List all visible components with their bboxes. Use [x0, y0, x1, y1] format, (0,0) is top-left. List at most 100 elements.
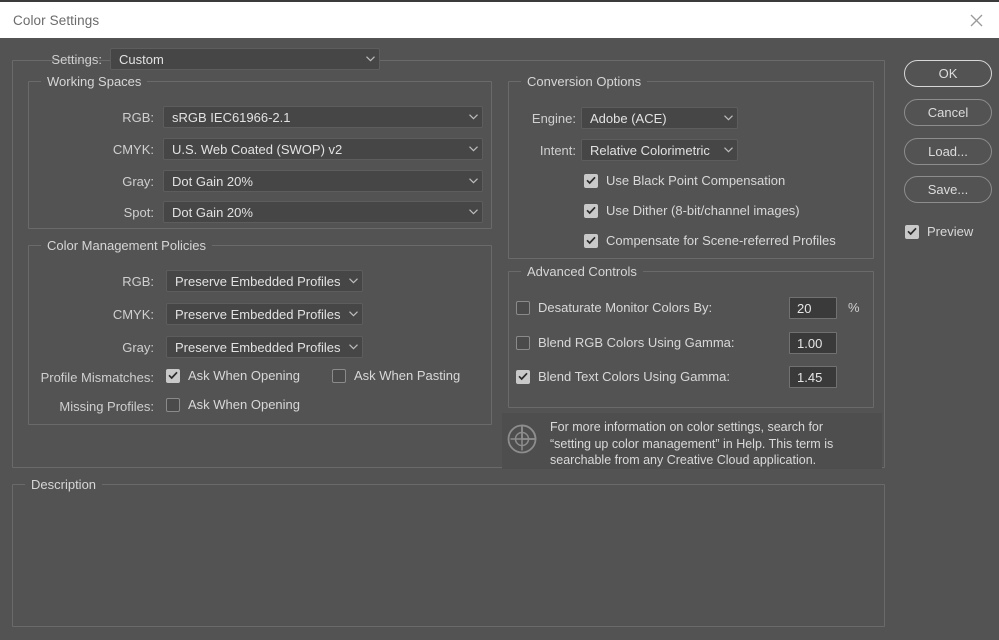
missing-profiles-ask-opening[interactable]: Ask When Opening	[166, 397, 300, 412]
cmp-cmyk-label: CMYK:	[112, 307, 154, 322]
checkbox-unchecked-icon	[516, 300, 530, 315]
close-icon	[970, 14, 983, 27]
save-button-label: Save...	[927, 182, 969, 197]
checkbox-checked-icon	[516, 369, 530, 384]
settings-dropdown[interactable]: Custom	[110, 48, 380, 70]
intent-value: Relative Colorimetric	[590, 142, 710, 158]
description-group: Description	[12, 477, 885, 627]
ws-cmyk-value: U.S. Web Coated (SWOP) v2	[172, 141, 343, 157]
checkbox-unchecked-icon	[516, 335, 530, 350]
close-button[interactable]	[953, 2, 999, 38]
profile-mismatches-ask-pasting[interactable]: Ask When Pasting	[332, 368, 460, 383]
cmp-rgb-label: RGB:	[122, 274, 154, 289]
blend-text-colors-using-gamma-label: Blend Text Colors Using Gamma:	[538, 369, 730, 384]
blend-rgb-gamma-value: 1.00	[797, 335, 823, 351]
missing-profiles-ask-opening-label: Ask When Opening	[188, 397, 301, 412]
desaturate-monitor-colors[interactable]: Desaturate Monitor Colors By:	[516, 300, 712, 315]
cancel-button[interactable]: Cancel	[904, 99, 992, 126]
working-spaces-legend: Working Spaces	[41, 74, 148, 89]
blend-rgb-colors-using-gamma[interactable]: Blend RGB Colors Using Gamma:	[516, 335, 735, 350]
desaturate-monitor-colors-input[interactable]: 20	[789, 297, 837, 319]
help-info-text: For more information on color settings, …	[550, 420, 834, 467]
cancel-button-label: Cancel	[927, 105, 969, 120]
ws-spot-label: Spot:	[123, 205, 154, 220]
chevron-down-icon	[361, 56, 379, 62]
profile-mismatches-ask-pasting-label: Ask When Pasting	[354, 368, 461, 383]
settings-label: Settings:	[51, 52, 102, 67]
cmp-gray-value: Preserve Embedded Profiles	[175, 339, 341, 355]
blend-rgb-gamma-input[interactable]: 1.00	[789, 332, 837, 354]
engine-dropdown[interactable]: Adobe (ACE)	[581, 107, 738, 129]
ok-button[interactable]: OK	[904, 60, 992, 87]
ws-gray-value: Dot Gain 20%	[172, 173, 253, 189]
blend-rgb-colors-using-gamma-label: Blend RGB Colors Using Gamma:	[538, 335, 735, 350]
intent-label: Intent:	[539, 143, 576, 158]
load-button-label: Load...	[928, 144, 968, 159]
ws-rgb-value: sRGB IEC61966-2.1	[172, 109, 291, 125]
cmp-gray-label: Gray:	[122, 340, 154, 355]
preview-checkbox[interactable]: Preview	[905, 224, 973, 239]
blend-text-colors-using-gamma[interactable]: Blend Text Colors Using Gamma:	[516, 369, 730, 384]
description-legend: Description	[25, 477, 103, 492]
desaturate-monitor-colors-value: 20	[797, 300, 812, 316]
cmp-gray-dropdown[interactable]: Preserve Embedded Profiles	[166, 336, 363, 358]
ws-spot-dropdown[interactable]: Dot Gain 20%	[163, 201, 483, 223]
compensate-scene-referred-profiles[interactable]: Compensate for Scene-referred Profiles	[584, 233, 836, 248]
window-title: Color Settings	[13, 13, 100, 28]
checkbox-unchecked-icon	[166, 397, 180, 412]
checkbox-checked-icon	[905, 224, 919, 239]
ws-spot-value: Dot Gain 20%	[172, 204, 253, 220]
chevron-down-icon	[464, 114, 482, 120]
window-titlebar: Color Settings	[0, 0, 999, 38]
compensate-scene-referred-profiles-label: Compensate for Scene-referred Profiles	[606, 233, 836, 248]
checkbox-checked-icon	[584, 173, 598, 188]
chevron-down-icon	[719, 147, 737, 153]
profile-mismatches-label: Profile Mismatches:	[40, 370, 154, 385]
blend-text-gamma-input[interactable]: 1.45	[789, 366, 837, 388]
ws-cmyk-label: CMYK:	[112, 142, 154, 157]
use-dither-label: Use Dither (8-bit/channel images)	[606, 203, 800, 218]
chevron-down-icon	[344, 344, 362, 350]
checkbox-unchecked-icon	[332, 368, 346, 383]
ws-cmyk-dropdown[interactable]: U.S. Web Coated (SWOP) v2	[163, 138, 483, 160]
advanced-controls-legend: Advanced Controls	[521, 264, 643, 279]
conversion-options-legend: Conversion Options	[521, 74, 648, 89]
chevron-down-icon	[344, 311, 362, 317]
ws-gray-label: Gray:	[122, 174, 154, 189]
cmp-cmyk-value: Preserve Embedded Profiles	[175, 306, 341, 322]
description-text	[23, 493, 874, 618]
color-settings-dialog: Settings: Custom Working Spaces RGB: sRG…	[0, 38, 999, 640]
cmp-cmyk-dropdown[interactable]: Preserve Embedded Profiles	[166, 303, 363, 325]
intent-dropdown[interactable]: Relative Colorimetric	[581, 139, 738, 161]
percent-suffix: %	[848, 300, 860, 315]
checkbox-checked-icon	[166, 368, 180, 383]
use-dither[interactable]: Use Dither (8-bit/channel images)	[584, 203, 800, 218]
cmp-rgb-dropdown[interactable]: Preserve Embedded Profiles	[166, 270, 363, 292]
ws-rgb-dropdown[interactable]: sRGB IEC61966-2.1	[163, 106, 483, 128]
desaturate-monitor-colors-label: Desaturate Monitor Colors By:	[538, 300, 713, 315]
chevron-down-icon	[464, 146, 482, 152]
chevron-down-icon	[464, 178, 482, 184]
load-button[interactable]: Load...	[904, 138, 992, 165]
chevron-down-icon	[344, 278, 362, 284]
chevron-down-icon	[719, 115, 737, 121]
profile-mismatches-ask-opening[interactable]: Ask When Opening	[166, 368, 300, 383]
save-button[interactable]: Save...	[904, 176, 992, 203]
ok-button-label: OK	[938, 66, 958, 81]
cmp-legend: Color Management Policies	[41, 238, 212, 253]
use-black-point-compensation-label: Use Black Point Compensation	[606, 173, 786, 188]
use-black-point-compensation[interactable]: Use Black Point Compensation	[584, 173, 785, 188]
engine-label: Engine:	[531, 111, 576, 126]
help-info-panel: For more information on color settings, …	[502, 413, 882, 469]
checkbox-checked-icon	[584, 233, 598, 248]
ws-rgb-label: RGB:	[122, 110, 154, 125]
chevron-down-icon	[464, 209, 482, 215]
missing-profiles-label: Missing Profiles:	[59, 399, 154, 414]
ws-gray-dropdown[interactable]: Dot Gain 20%	[163, 170, 483, 192]
settings-dropdown-value: Custom	[119, 51, 164, 67]
color-wheel-icon	[504, 421, 540, 457]
blend-text-gamma-value: 1.45	[797, 369, 823, 385]
checkbox-checked-icon	[584, 203, 598, 218]
cmp-rgb-value: Preserve Embedded Profiles	[175, 273, 341, 289]
engine-value: Adobe (ACE)	[590, 110, 667, 126]
